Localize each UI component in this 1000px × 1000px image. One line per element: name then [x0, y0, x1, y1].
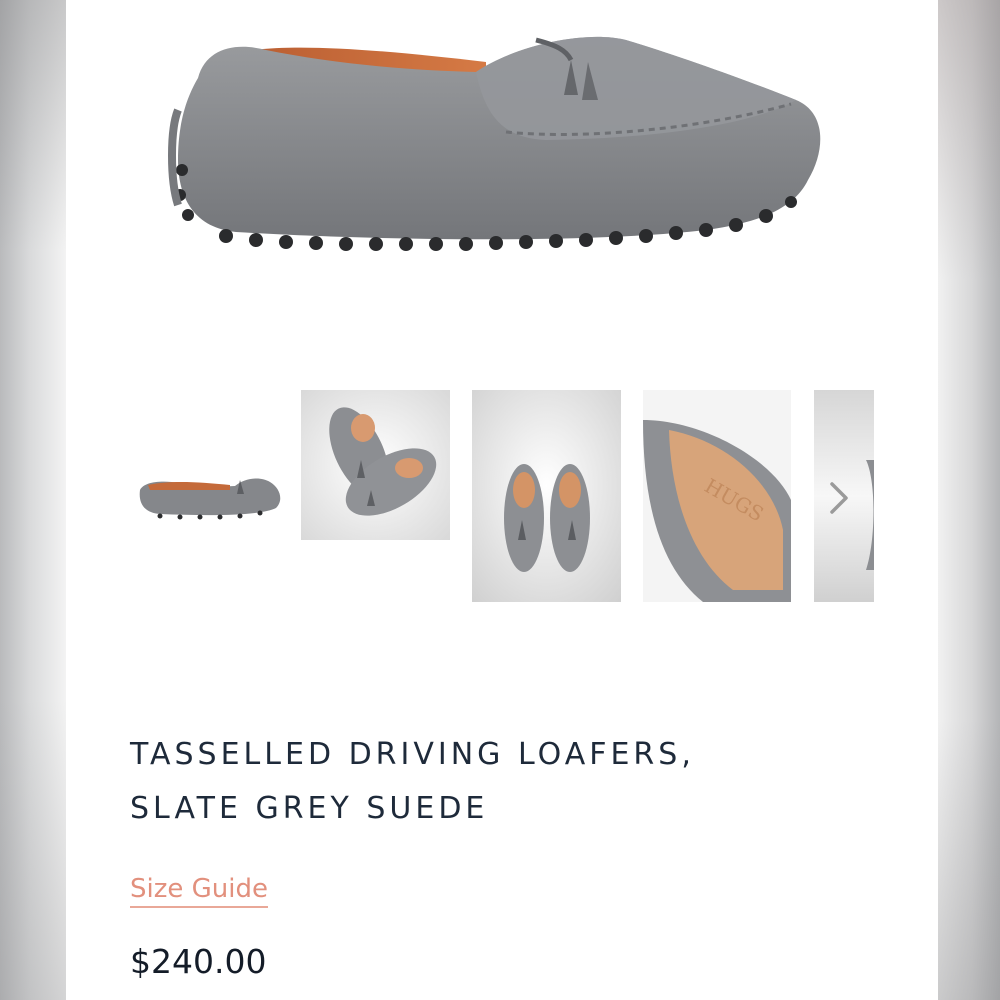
product-price: $240.00	[130, 942, 267, 981]
product-title: TASSELLED DRIVING LOAFERS, SLATE GREY SU…	[130, 728, 890, 836]
thumbnail-pair-angled[interactable]	[301, 390, 450, 540]
blurred-side-left	[0, 0, 66, 1000]
thumbnail-side-view[interactable]	[120, 390, 290, 602]
thumbnail-pair-top-view[interactable]	[472, 390, 621, 602]
loafer-side-view-image	[168, 36, 821, 251]
main-product-image[interactable]	[66, 0, 938, 300]
thumbnail-strip: HUGS	[66, 390, 938, 604]
size-guide-link[interactable]: Size Guide	[130, 874, 268, 908]
screenshot: HUGS TASSELLED DRIVING LOAFERS, SLATE GR…	[0, 0, 1000, 1000]
product-page: HUGS TASSELLED DRIVING LOAFERS, SLATE GR…	[66, 0, 938, 1000]
chevron-right-icon[interactable]	[818, 478, 858, 518]
product-title-line2: SLATE GREY SUEDE	[130, 791, 489, 826]
product-title-line1: TASSELLED DRIVING LOAFERS,	[130, 737, 695, 772]
thumbnail-insole-closeup[interactable]: HUGS	[643, 390, 791, 602]
blurred-side-right	[938, 0, 1000, 1000]
